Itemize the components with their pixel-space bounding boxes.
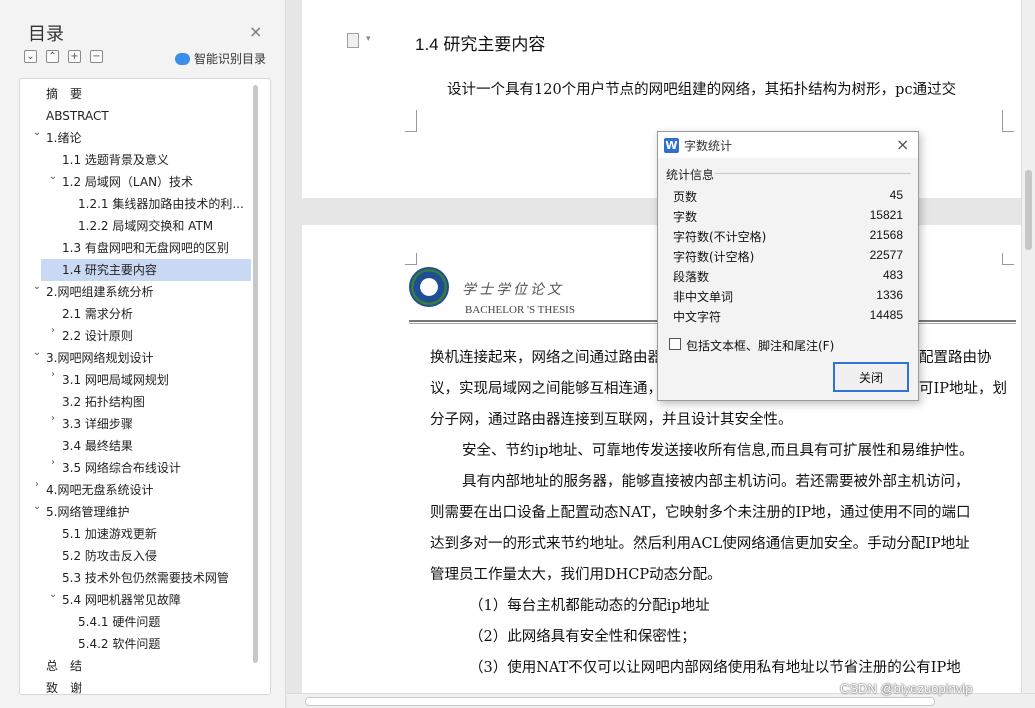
toc-list: 摘 要 ABSTRACT ⌄ 1.绪论 1.1 选题背景及意义 ⌄ 1.2 局域网（LAN）… bbox=[19, 78, 271, 695]
toc-item[interactable]: 5.1 加速游戏更新 bbox=[20, 523, 252, 545]
paragraph-line: 配置路由协 bbox=[919, 350, 992, 366]
toc-item[interactable]: 5.4 网吧机器常见故障 bbox=[20, 589, 252, 611]
toc-item[interactable]: 2.1 需求分析 bbox=[20, 303, 252, 325]
toc-item[interactable]: 5.4.2 软件问题 bbox=[20, 633, 252, 655]
navigation-pane: 目录 × ⌄ ⌃ + − 智能识别目录 摘 要 ABSTRACT ⌄ 1.绪论 1.1 … bbox=[0, 0, 286, 708]
crop-mark bbox=[405, 253, 417, 265]
crop-mark bbox=[1002, 110, 1014, 132]
paragraph-line: 则需要在出口设备上配置动态NAT，它映射多个未注册的IP地，通过使用不同的端口 bbox=[430, 505, 971, 521]
collapse-all-icon[interactable]: ⌄ bbox=[24, 50, 37, 63]
toc-item[interactable]: 3.1 网吧局域网规划 bbox=[20, 369, 252, 391]
stat-label: 段落数 bbox=[673, 270, 710, 284]
horizontal-scroll-thumb[interactable] bbox=[305, 697, 935, 706]
toc-item[interactable]: 3.2 拓扑结构图 bbox=[20, 391, 252, 413]
add-heading-icon[interactable]: + bbox=[68, 50, 81, 63]
toc-item[interactable]: 2.网吧组建系统分析 bbox=[20, 281, 252, 303]
university-logo bbox=[409, 267, 449, 307]
paragraph-line: 安全、节约ip地址、可靠地传发送接收所有信息,而且具有可扩展性和易维护性。 bbox=[462, 443, 974, 459]
toc-item[interactable]: 致 谢 bbox=[20, 677, 252, 694]
paragraph-line: 分子网，通过路由器连接到互联网，并且设计其安全性。 bbox=[430, 412, 793, 428]
toc-item[interactable]: 5.4.1 硬件问题 bbox=[20, 611, 252, 633]
vertical-scrollbar[interactable] bbox=[1021, 0, 1035, 693]
stat-label: 中文字符 bbox=[673, 310, 722, 324]
stat-label: 非中文单词 bbox=[673, 290, 734, 304]
header-title-en: BACHELOR 'S THESIS bbox=[465, 304, 575, 316]
toc-item[interactable]: 3.5 网络综合布线设计 bbox=[20, 457, 252, 479]
stat-label: 字符数(计空格) bbox=[673, 250, 755, 264]
paragraph-line: 管理员工作量太大，我们用DHCP动态分配。 bbox=[430, 567, 722, 583]
nav-toolbar: ⌄ ⌃ + − bbox=[24, 50, 103, 66]
stat-label: 页数 bbox=[673, 190, 698, 204]
vertical-scroll-thumb[interactable] bbox=[1025, 170, 1032, 250]
stat-value: 21568 bbox=[869, 228, 903, 242]
toc-item[interactable]: 1.2 局域网（LAN）技术 bbox=[20, 171, 252, 193]
toc-item[interactable]: 1.2.2 局域网交换和 ATM bbox=[20, 215, 252, 237]
toc-item[interactable]: ABSTRACT bbox=[20, 105, 252, 127]
group-divider bbox=[715, 173, 911, 174]
list-item: （1）每台主机都能动态的分配ip地址 bbox=[469, 598, 710, 614]
include-textbox-label: 包括文本框、脚注和尾注(F) bbox=[686, 339, 835, 353]
toc-item[interactable]: 1.1 选题背景及意义 bbox=[20, 149, 252, 171]
stat-label: 字符数(不计空格) bbox=[673, 230, 767, 244]
nav-close-icon[interactable]: × bbox=[249, 22, 262, 41]
crop-mark bbox=[1002, 253, 1014, 265]
dialog-close-icon[interactable]: × bbox=[896, 135, 909, 154]
stat-label: 字数 bbox=[673, 210, 698, 224]
toc-item[interactable]: 5.2 防攻击反入侵 bbox=[20, 545, 252, 567]
toc-item[interactable]: 4.网吧无盘系统设计 bbox=[20, 479, 252, 501]
toc-item[interactable]: 1.3 有盘网吧和无盘网吧的区别 bbox=[20, 237, 252, 259]
stat-value: 45 bbox=[889, 188, 903, 202]
smart-toc-label: 智能识别目录 bbox=[194, 52, 267, 66]
toc-item[interactable]: 摘 要 bbox=[20, 83, 252, 105]
watermark: CSDN @biyezuopinvip bbox=[840, 681, 973, 696]
paragraph-line: 可IP地址，划 bbox=[919, 381, 1007, 397]
chevron-down-icon[interactable]: ▾ bbox=[366, 34, 371, 44]
paragraph-line: 设计一个具有120个用户节点的网吧组建的网络，其拓扑结构为树形，pc通过交 bbox=[447, 82, 957, 98]
paragraph-line: 达到多对一的形式来节约地址。然后利用ACL使网络通信更加安全。手动分配IP地址 bbox=[430, 536, 970, 552]
stat-value: 483 bbox=[882, 268, 903, 282]
list-item: （2）此网络具有安全性和保密性； bbox=[469, 629, 696, 645]
stat-value: 22577 bbox=[869, 248, 903, 262]
list-item: （3）使用NAT不仅可以让网吧内部网络使用私有地址以节省注册的公有IP地 bbox=[469, 660, 961, 676]
toc-item[interactable]: 3.网吧网络规划设计 bbox=[20, 347, 252, 369]
paragraph-line: 具有内部地址的服务器，能够直接被内部主机访问。若还需要被外部主机访问， bbox=[462, 474, 970, 490]
toc-scrollbar[interactable] bbox=[253, 85, 258, 663]
nav-title: 目录 bbox=[28, 24, 64, 45]
wps-writer-icon: W bbox=[664, 138, 679, 153]
smart-cloud-icon bbox=[175, 52, 190, 65]
header-title-cn: 学士学位论文 bbox=[462, 282, 564, 298]
crop-mark bbox=[405, 110, 417, 132]
stat-value: 14485 bbox=[869, 308, 903, 322]
section-heading: 1.4 研究主要内容 bbox=[415, 35, 546, 54]
toc-item[interactable]: 5.3 技术外包仍然需要技术网管 bbox=[20, 567, 252, 589]
toc-item[interactable]: 总 结 bbox=[20, 655, 252, 677]
dialog-titlebar[interactable]: W 字数统计 × bbox=[658, 132, 918, 158]
paragraph-line: 换机连接起来，网络之间通过路由器 bbox=[430, 350, 662, 366]
expand-up-icon[interactable]: ⌃ bbox=[46, 50, 59, 63]
toc-item[interactable]: 1.2.1 集线器加路由技术的利... bbox=[20, 193, 252, 215]
remove-heading-icon[interactable]: − bbox=[90, 50, 103, 63]
toc-item[interactable]: 3.4 最终结果 bbox=[20, 435, 252, 457]
paragraph-line: 议，实现局域网之间能够互相连通， bbox=[430, 381, 662, 397]
toc-item[interactable]: 1.4 研究主要内容 bbox=[41, 259, 251, 281]
include-textbox-checkbox[interactable] bbox=[669, 338, 681, 350]
stat-value: 1336 bbox=[876, 288, 903, 302]
stat-value: 15821 bbox=[869, 208, 903, 222]
stats-group-label: 统计信息 bbox=[666, 168, 715, 182]
page-icon[interactable] bbox=[347, 33, 359, 48]
toc-item[interactable]: 5.网络管理维护 bbox=[20, 501, 252, 523]
toc-item[interactable]: 2.2 设计原则 bbox=[20, 325, 252, 347]
word-count-dialog: W 字数统计 × 统计信息 页数 45 字数 15821 字符数(不计空格) 21568 字… bbox=[657, 131, 919, 401]
toc-item[interactable]: 1.绪论 bbox=[20, 127, 252, 149]
toc-item[interactable]: 3.3 详细步骤 bbox=[20, 413, 252, 435]
dialog-title: 字数统计 bbox=[684, 139, 733, 153]
close-button[interactable]: 关闭 bbox=[833, 362, 909, 392]
smart-toc-button[interactable]: 智能识别目录 bbox=[175, 50, 266, 67]
